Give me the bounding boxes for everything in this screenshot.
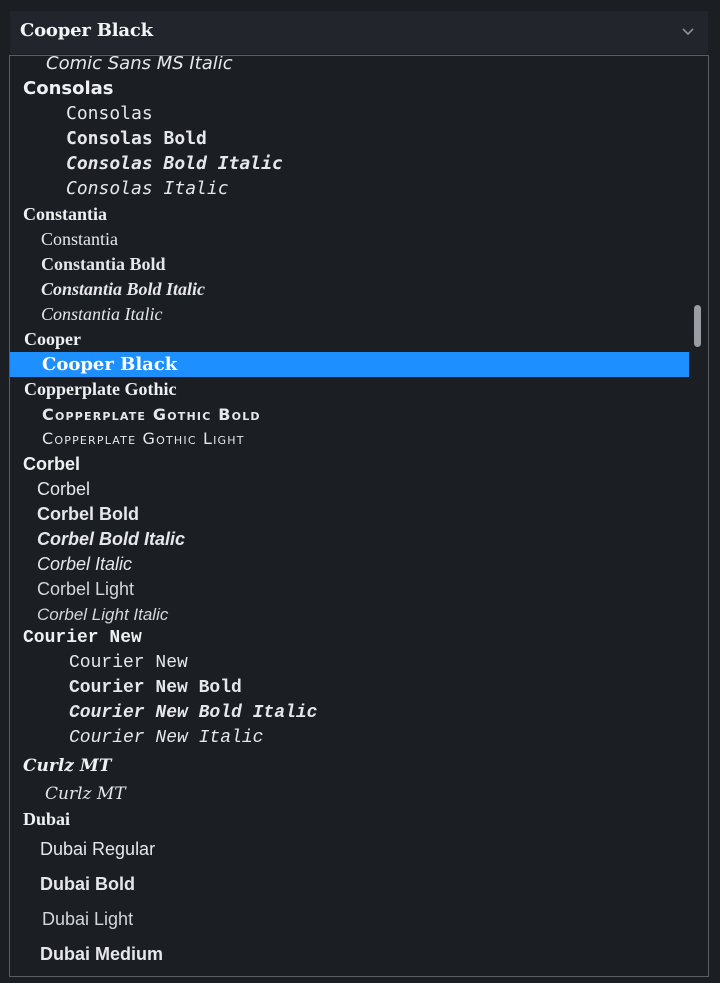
font-group-header: Consolas [23, 78, 114, 99]
list-item[interactable]: Constantia Bold Italic [41, 277, 205, 302]
font-select[interactable]: Cooper Black [10, 11, 708, 54]
list-item[interactable]: Comic Sans MS Italic [46, 56, 233, 76]
list-item[interactable]: Corbel Light [37, 577, 134, 602]
list-item[interactable]: Copperplate Gothic Light [42, 426, 245, 451]
list-item[interactable]: Courier New Bold [69, 676, 242, 701]
list-item-selected[interactable]: Cooper Black [10, 352, 689, 377]
list-item[interactable]: Consolas Bold [66, 126, 207, 151]
list-item[interactable]: Constantia Italic [41, 302, 163, 327]
list-item[interactable]: Corbel Italic [37, 552, 132, 577]
font-group-header: Courier New [23, 628, 142, 648]
list-item[interactable]: Constantia [41, 227, 118, 252]
font-group-header: Curlz MT [23, 756, 112, 776]
font-group-header: Dubai [23, 809, 71, 829]
font-group-header: Corbel [23, 454, 81, 474]
list-item[interactable]: Dubai Regular [40, 837, 155, 862]
font-picker: Cooper Black Comic Sans MS Italic Consol… [0, 0, 720, 983]
font-select-value: Cooper Black [20, 20, 153, 41]
list-item[interactable]: Curlz MT [45, 782, 126, 807]
list-item[interactable]: Copperplate Gothic Bold [42, 402, 261, 427]
list-item[interactable]: Corbel Bold Italic [37, 527, 185, 552]
font-group-header: Cooper [24, 329, 81, 349]
list-item[interactable]: Dubai Medium [40, 942, 163, 967]
list-item[interactable]: Courier New Italic [69, 726, 263, 751]
list-item[interactable]: Consolas [66, 101, 153, 126]
list-item[interactable]: Consolas Bold Italic [66, 151, 283, 176]
font-group-header: Constantia [23, 204, 108, 224]
list-item[interactable]: Dubai Bold [40, 872, 135, 897]
scrollbar-thumb[interactable] [694, 305, 701, 347]
list-item[interactable]: Courier New Bold Italic [69, 701, 317, 726]
list-item[interactable]: Corbel [37, 477, 90, 502]
list-item[interactable]: Corbel Bold [37, 502, 139, 527]
list-item[interactable]: Constantia Bold [41, 252, 166, 277]
font-group-header: Copperplate Gothic [24, 379, 177, 399]
chevron-down-icon[interactable] [680, 23, 696, 39]
font-dropdown-list[interactable]: Comic Sans MS Italic Consolas Consolas C… [9, 55, 709, 977]
list-item[interactable]: Consolas Italic [66, 176, 229, 201]
list-item[interactable]: Dubai Light [42, 907, 133, 932]
list-item[interactable]: Corbel Light Italic [37, 602, 168, 627]
list-item[interactable]: Courier New [69, 651, 188, 676]
